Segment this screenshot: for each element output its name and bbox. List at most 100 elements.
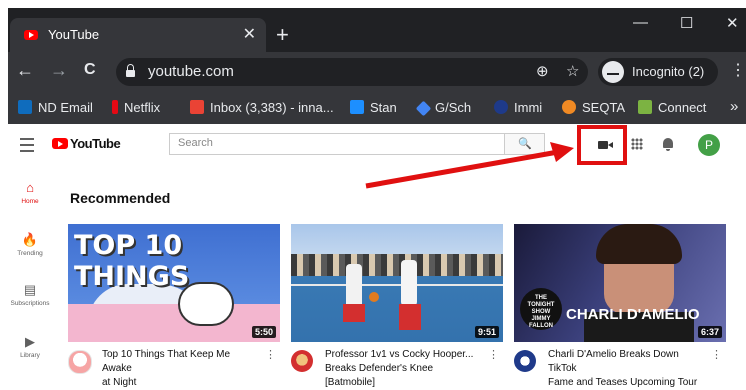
video-meta: Charli D'Amelio Breaks Down TikTok Fame … [514, 342, 726, 388]
tonight-show-logo: THE TONIGHT SHOW JIMMY FALLON [520, 288, 562, 330]
netflix-icon [112, 100, 118, 114]
thumbnail-text: CHARLI D'AMELIO [566, 306, 700, 323]
zoom-icon[interactable]: ⊕ [536, 62, 549, 80]
video-menu-icon[interactable]: ⋮ [711, 348, 722, 361]
video-card[interactable]: TOP 10 THINGS 5:50 Top 10 Things That Ke… [68, 224, 280, 388]
home-icon: ⌂ [26, 180, 34, 195]
url-text: youtube.com [148, 63, 234, 80]
tab-youtube[interactable]: YouTube ✕ [10, 18, 266, 52]
bookmark-item[interactable]: G/Sch [415, 100, 471, 117]
profile-label: Incognito (2) [632, 64, 705, 79]
bookmark-item[interactable]: Inbox (3,383) - inna... [190, 100, 334, 115]
profile-button[interactable]: Incognito (2) [598, 58, 718, 86]
nav-label: Library [20, 352, 40, 359]
nav-label: Subscriptions [10, 300, 50, 307]
youtube-page: YouTube Search 🔍 P ⌂ Home 🔥 Trending ▤ S… [8, 124, 746, 388]
address-bar[interactable]: youtube.com ⊕ ☆ [116, 58, 588, 86]
video-duration: 6:37 [697, 326, 722, 338]
nav-trending[interactable]: 🔥 Trending [8, 232, 52, 257]
back-button[interactable]: ← [16, 60, 34, 81]
player-pants [399, 304, 421, 330]
maximize-button[interactable]: ☐ [680, 14, 693, 32]
bookmark-item[interactable]: Stan [350, 100, 397, 115]
left-nav: ⌂ Home 🔥 Trending ▤ Subscriptions ▶ Libr… [8, 162, 52, 385]
video-thumbnail[interactable]: THE TONIGHT SHOW JIMMY FALLON CHARLI D'A… [514, 224, 726, 342]
player-defender [401, 260, 417, 306]
stan-icon [350, 100, 364, 114]
close-window-button[interactable]: ✕ [726, 14, 739, 32]
seqta-icon [562, 100, 576, 114]
video-meta: Top 10 Things That Keep Me Awake at Nigh… [68, 342, 280, 388]
tab-close-icon[interactable]: ✕ [243, 24, 256, 44]
tab-bar: YouTube ✕ + — ☐ ✕ [8, 8, 746, 52]
bookmark-item[interactable]: ND Email [18, 100, 93, 115]
nav-home[interactable]: ⌂ Home [8, 180, 52, 205]
channel-avatar[interactable] [291, 350, 313, 372]
new-tab-button[interactable]: + [276, 22, 289, 48]
lock-icon [126, 64, 135, 77]
minimize-button[interactable]: — [633, 14, 648, 31]
youtube-logo-text: YouTube [70, 136, 121, 151]
crowd [291, 254, 503, 276]
bookmarks-overflow-button[interactable]: » [730, 98, 738, 115]
bookmark-item[interactable]: SEQTA [562, 100, 625, 115]
video-duration: 9:51 [474, 326, 499, 338]
hamburger-menu-icon[interactable] [20, 138, 34, 152]
gmail-icon [190, 100, 204, 114]
nav-label: Home [21, 198, 39, 205]
search-icon: 🔍 [518, 138, 532, 150]
video-title[interactable]: Charli D'Amelio Breaks Down TikTok Fame … [548, 348, 708, 390]
player-white [346, 264, 362, 308]
bookmark-item[interactable]: Netflix [112, 100, 160, 115]
video-card[interactable]: 9:51 Professor 1v1 vs Cocky Hooper... Br… [291, 224, 503, 388]
notifications-bell-icon[interactable] [663, 138, 673, 151]
avatar[interactable]: P [698, 134, 720, 156]
subscriptions-icon: ▤ [23, 282, 37, 297]
video-menu-icon[interactable]: ⋮ [488, 348, 499, 361]
search-input[interactable]: Search [169, 133, 505, 155]
outlook-icon [18, 100, 32, 114]
video-meta: Professor 1v1 vs Cocky Hooper... Breaks … [291, 342, 503, 388]
apps-grid-icon[interactable] [631, 138, 643, 150]
reload-button[interactable]: C [84, 61, 96, 79]
browser-toolbar: ← → C youtube.com ⊕ ☆ Incognito (2) ⋮ [8, 52, 746, 92]
video-card[interactable]: THE TONIGHT SHOW JIMMY FALLON CHARLI D'A… [514, 224, 726, 388]
scholar-icon [415, 100, 432, 117]
youtube-header: YouTube Search 🔍 P [8, 124, 746, 165]
immi-icon [494, 100, 508, 114]
section-title: Recommended [70, 190, 171, 206]
tab-title: YouTube [48, 27, 100, 42]
thumbnail-text: TOP 10 THINGS [74, 230, 190, 292]
bookmark-star-icon[interactable]: ☆ [566, 62, 579, 80]
video-menu-icon[interactable]: ⋮ [265, 348, 276, 361]
bookmark-item[interactable]: Immi [494, 100, 542, 115]
nav-library[interactable]: ▶ Library [8, 334, 52, 359]
channel-avatar[interactable] [68, 350, 92, 374]
channel-avatar[interactable] [514, 350, 536, 372]
nav-subscriptions[interactable]: ▤ Subscriptions [8, 282, 52, 307]
host-hair [596, 224, 682, 264]
cartoon-blanket [68, 304, 280, 342]
video-title[interactable]: Top 10 Things That Keep Me Awake at Nigh… [102, 348, 262, 390]
video-title[interactable]: Professor 1v1 vs Cocky Hooper... Breaks … [325, 348, 485, 390]
library-icon: ▶ [25, 334, 35, 349]
video-thumbnail[interactable]: TOP 10 THINGS 5:50 [68, 224, 280, 342]
youtube-favicon-icon [24, 30, 38, 40]
bookmarks-bar: ND Email Netflix Inbox (3,383) - inna...… [8, 92, 746, 124]
nav-label: Trending [17, 250, 43, 257]
connect-icon [638, 100, 652, 114]
video-duration: 5:50 [251, 326, 276, 338]
browser-menu-icon[interactable]: ⋮ [730, 60, 746, 80]
bookmark-item[interactable]: Connect [638, 100, 706, 115]
annotation-highlight-box [577, 125, 627, 165]
search-placeholder: Search [178, 137, 213, 149]
browser-chrome: YouTube ✕ + — ☐ ✕ ← → C youtube.com ⊕ ☆ … [8, 8, 746, 124]
search-button[interactable]: 🔍 [505, 133, 545, 155]
court-line [291, 284, 503, 286]
forward-button[interactable]: → [50, 60, 68, 81]
trending-flame-icon: 🔥 [21, 232, 39, 247]
youtube-logo-icon [52, 138, 68, 149]
video-thumbnail[interactable]: 9:51 [291, 224, 503, 342]
incognito-icon [602, 61, 624, 83]
basketball [369, 292, 379, 302]
